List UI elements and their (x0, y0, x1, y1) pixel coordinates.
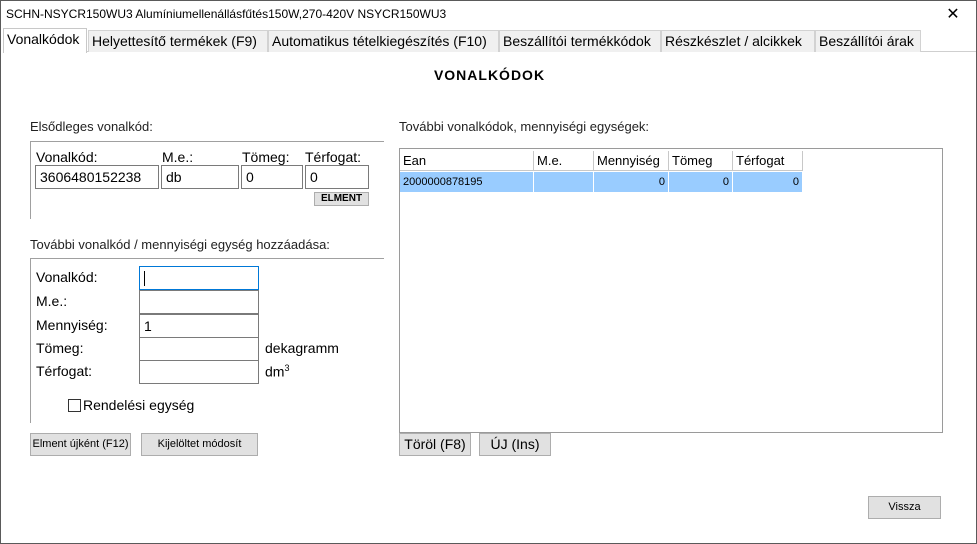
add-weight-label: Tömeg: (36, 340, 84, 356)
volume-unit-superscript: 3 (284, 363, 290, 373)
add-weight-field[interactable] (139, 337, 259, 361)
barcodes-table: Ean M.e. Mennyiség Tömeg Térfogat 200000… (399, 148, 943, 433)
add-unit-field[interactable] (139, 290, 259, 314)
column-header-volume[interactable]: Térfogat (733, 151, 803, 171)
primary-barcode-col-label: Vonalkód: (36, 149, 98, 165)
cell-quantity: 0 (594, 172, 669, 192)
cell-unit (534, 172, 594, 192)
order-unit-label: Rendelési egység (83, 397, 195, 413)
back-button[interactable]: Vissza (868, 496, 941, 519)
weight-unit-label: dekagramm (265, 340, 339, 356)
add-volume-field[interactable] (139, 360, 259, 384)
window-title: SCHN-NSYCR150WU3 Alumíniumellenállásfűté… (6, 7, 447, 21)
tab-strip: Vonalkódok Helyettesítő termékek (F9) Au… (3, 28, 976, 53)
add-volume-label: Térfogat: (36, 363, 93, 379)
close-icon[interactable]: ✕ (930, 1, 976, 28)
column-header-weight[interactable]: Tömeg (669, 151, 733, 171)
primary-weight-col-label: Tömeg: (242, 149, 290, 165)
primary-barcode-field[interactable]: 3606480152238 (35, 165, 159, 189)
barcodes-window: SCHN-NSYCR150WU3 Alumíniumellenállásfűté… (0, 0, 977, 544)
primary-group-top-border (30, 141, 384, 142)
cell-weight: 0 (669, 172, 733, 192)
cell-volume: 0 (733, 172, 803, 192)
title-bar: SCHN-NSYCR150WU3 Alumíniumellenállásfűté… (1, 1, 976, 28)
primary-unit-col-label: M.e.: (162, 149, 194, 165)
primary-volume-col-label: Térfogat: (305, 149, 362, 165)
page-title: VONALKÓDOK (433, 67, 546, 83)
column-header-ean[interactable]: Ean (400, 151, 534, 171)
primary-weight-field[interactable]: 0 (241, 165, 303, 189)
add-group-left-border (30, 258, 31, 423)
tab-helyettesito-termekek[interactable]: Helyettesítő termékek (F9) (88, 30, 268, 52)
cell-ean: 2000000878195 (400, 172, 534, 192)
add-group-label: További vonalkód / mennyiségi egység hoz… (30, 237, 330, 252)
order-unit-checkbox[interactable] (68, 399, 81, 412)
tab-beszallitoi-termekkodok[interactable]: Beszállítói termékkódok (499, 30, 661, 52)
column-header-quantity[interactable]: Mennyiség (594, 151, 669, 171)
delete-button[interactable]: Töröl (F8) (399, 433, 471, 456)
save-primary-button[interactable]: ELMENT (314, 192, 369, 206)
more-group-label: További vonalkódok, mennyiségi egységek: (399, 119, 650, 134)
column-header-unit[interactable]: M.e. (534, 151, 594, 171)
primary-unit-field[interactable]: db (161, 165, 239, 189)
primary-group-label: Elsődleges vonalkód: (30, 119, 153, 134)
tab-reszkeszlet-alcikkek[interactable]: Részkészlet / alcikkek (661, 30, 815, 52)
text-caret (144, 270, 145, 286)
add-unit-label: M.e.: (36, 293, 68, 309)
volume-unit-text: dm (265, 363, 285, 380)
primary-group-left-border (30, 141, 31, 219)
new-button[interactable]: ÚJ (Ins) (479, 433, 551, 456)
volume-unit-label: dm3 (265, 363, 289, 380)
add-quantity-field[interactable]: 1 (139, 314, 259, 338)
tab-automatikus-tetelkiegeszites[interactable]: Automatikus tételkiegészítés (F10) (268, 30, 499, 52)
tab-vonalkodok[interactable]: Vonalkódok (3, 28, 87, 53)
save-as-new-button[interactable]: Elment újként (F12) (30, 433, 131, 456)
add-barcode-field[interactable] (139, 266, 259, 290)
add-group-top-border (30, 258, 384, 259)
add-quantity-label: Mennyiség: (36, 317, 108, 333)
modify-selected-button[interactable]: Kijelöltet módosít (141, 433, 258, 456)
primary-volume-field[interactable]: 0 (305, 165, 369, 189)
tab-beszallitoi-arak[interactable]: Beszállítói árak (815, 30, 921, 52)
add-barcode-label: Vonalkód: (36, 269, 98, 285)
